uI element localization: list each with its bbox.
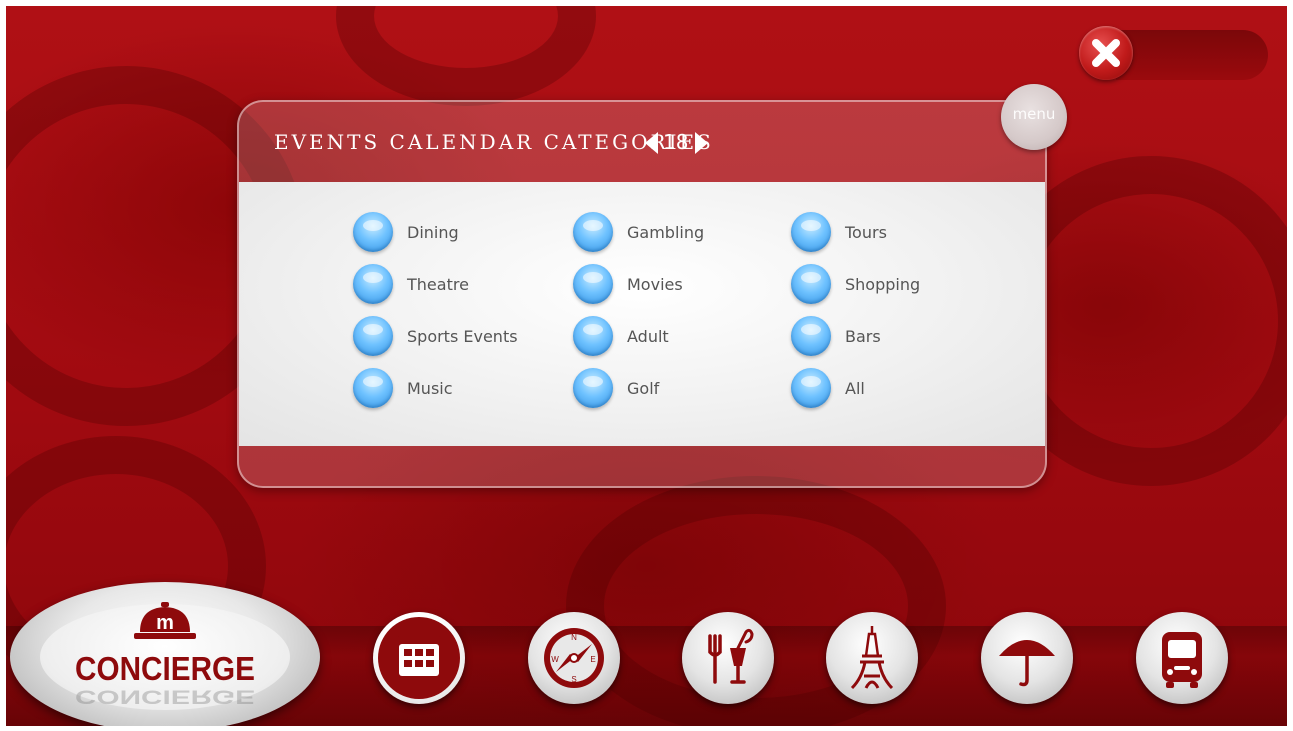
category-label: Bars [845, 326, 881, 346]
category-option[interactable]: Theatre [353, 264, 469, 304]
category-option[interactable]: Bars [791, 316, 881, 356]
dining-button[interactable] [682, 612, 774, 704]
category-option[interactable]: Shopping [791, 264, 920, 304]
svg-text:S: S [571, 675, 576, 684]
category-option[interactable]: Golf [573, 368, 659, 408]
category-option[interactable]: Gambling [573, 212, 704, 252]
concierge-logo[interactable]: m CONCIERGE CONCIERGE [10, 582, 320, 726]
category-label: Gambling [627, 222, 705, 242]
page-number: 18 [663, 130, 689, 154]
svg-text:E: E [590, 655, 595, 664]
calendar-button[interactable] [373, 612, 465, 704]
category-label: Theatre [407, 274, 469, 294]
radio-button[interactable] [573, 316, 613, 356]
radio-button[interactable] [573, 368, 613, 408]
radio-button[interactable] [573, 212, 613, 252]
category-option[interactable]: Music [353, 368, 453, 408]
category-option[interactable]: Movies [573, 264, 683, 304]
category-label: Music [407, 378, 453, 398]
bus-icon [1162, 632, 1202, 688]
radio-button[interactable] [791, 264, 831, 304]
category-option[interactable]: Adult [573, 316, 669, 356]
category-label: Golf [627, 378, 660, 398]
radio-button[interactable] [353, 316, 393, 356]
eiffel-tower-button[interactable] [826, 612, 918, 704]
category-option[interactable]: Sports Events [353, 316, 518, 356]
categories-panel: EVENTS CALENDAR CATEGORIES 18 Dining Gamb… [237, 100, 1047, 488]
svg-text:N: N [571, 633, 577, 642]
category-label: All [845, 378, 865, 398]
next-arrow-icon[interactable] [695, 132, 708, 154]
category-label: Shopping [845, 274, 921, 294]
umbrella-button[interactable] [981, 612, 1073, 704]
svg-text:W: W [551, 655, 559, 664]
category-option[interactable]: Tours [791, 212, 887, 252]
bus-button[interactable] [1136, 612, 1228, 704]
radio-button[interactable] [791, 368, 831, 408]
calendar-icon [395, 630, 443, 680]
logo-letter: m [156, 612, 174, 634]
radio-button[interactable] [791, 212, 831, 252]
logo-text-reflection: CONCIERGE [75, 686, 255, 709]
dining-icon [708, 628, 754, 684]
close-icon [1092, 39, 1120, 67]
category-label: Adult [627, 326, 669, 346]
previous-arrow-icon[interactable] [645, 132, 658, 154]
category-option[interactable]: Dining [353, 212, 459, 252]
category-option[interactable]: All [791, 368, 865, 408]
category-options: Dining Gambling Tours Theatre Movies Shopping… [239, 182, 1045, 446]
close-button[interactable] [1079, 26, 1133, 80]
bell-icon: m [134, 602, 196, 639]
background-pattern [336, 6, 596, 106]
radio-button[interactable] [353, 368, 393, 408]
radio-button[interactable] [791, 316, 831, 356]
close-bar [1116, 30, 1268, 80]
umbrella-icon [999, 640, 1055, 687]
category-label: Tours [845, 222, 887, 242]
compass-button[interactable]: N S E W [528, 612, 620, 704]
menu-button[interactable]: menu [1001, 84, 1067, 150]
category-label: Sports Events [407, 326, 518, 346]
compass-icon: N S E W [544, 628, 604, 688]
logo-text: CONCIERGE [75, 650, 255, 687]
eiffel-tower-icon [850, 626, 894, 690]
radio-button[interactable] [353, 212, 393, 252]
radio-button[interactable] [353, 264, 393, 304]
app-screen: EVENTS CALENDAR CATEGORIES 18 Dining Gamb… [6, 6, 1287, 726]
category-label: Dining [407, 222, 459, 242]
category-label: Movies [627, 274, 683, 294]
radio-button[interactable] [573, 264, 613, 304]
